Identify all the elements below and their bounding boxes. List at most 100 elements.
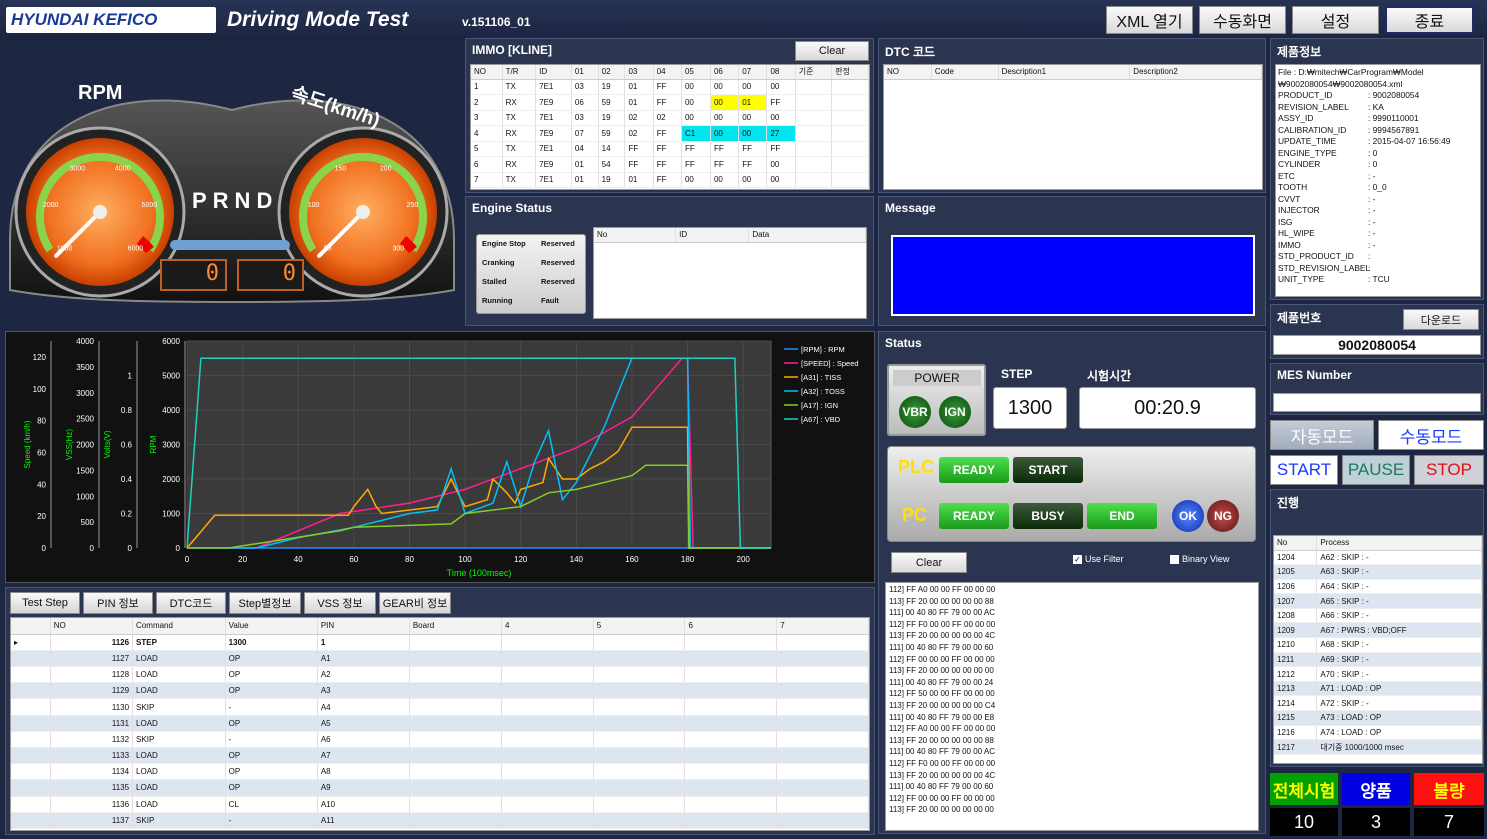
table-cell: OP	[225, 650, 318, 668]
table-row[interactable]: 1207 A65 : SKIP : -	[1274, 593, 1482, 609]
table-row[interactable]: 1215 A73 : LOAD : OP	[1274, 710, 1482, 726]
table-cell	[593, 747, 686, 765]
table-cell: 01	[571, 172, 599, 188]
table-row[interactable]: 1 TX 7E1 03 19 01 FF 00 00 00 00	[471, 79, 869, 95]
table-row[interactable]: 1209 A67 : PWRS : VBD;OFF	[1274, 622, 1482, 639]
table-cell	[501, 747, 594, 765]
table-cell	[593, 812, 686, 829]
table-row[interactable]: 1214 A72 : SKIP : -	[1274, 695, 1482, 712]
tab-2[interactable]: DTC코드	[156, 592, 226, 614]
table-row[interactable]: 4 RX 7E9 07 59 02 FF C1 00 00 27	[471, 125, 869, 142]
speed-tick-label: 150	[334, 165, 346, 172]
pause-button[interactable]: PAUSE	[1342, 455, 1410, 485]
tab-0[interactable]: Test Step	[10, 592, 80, 614]
exit-button[interactable]: 종료	[1385, 6, 1474, 34]
immo-clear-button[interactable]: Clear	[795, 41, 869, 61]
table-row[interactable]: 1212 A70 : SKIP : -	[1274, 666, 1482, 682]
table-cell: 04	[571, 141, 599, 157]
table-cell: -	[225, 812, 318, 829]
table-row[interactable]: 2 RX 7E9 06 59 01 FF 00 00 01 FF	[471, 94, 869, 111]
row-selector-header	[11, 618, 51, 635]
serial-field[interactable]: 9002080054	[1273, 335, 1481, 355]
table-row[interactable]: 1130 SKIP - A4	[11, 698, 869, 716]
table-cell	[409, 682, 503, 700]
table-row[interactable]: 1137 SKIP - A11	[11, 812, 869, 829]
table-cell	[684, 715, 778, 732]
table-cell: 00	[710, 110, 740, 126]
table-row[interactable]: 1216 A74 : LOAD : OP	[1274, 725, 1482, 741]
power-label: POWER	[893, 370, 981, 386]
table-row[interactable]: 1213 A71 : LOAD : OP	[1274, 681, 1482, 697]
table-cell	[831, 125, 869, 142]
table-cell: 00	[710, 125, 740, 142]
product-info-panel: 제품정보 File : D:₩mitech₩CarProgram₩Model ₩…	[1270, 38, 1484, 300]
table-cell	[684, 634, 778, 651]
binary-view-checkbox[interactable]: Binary View	[1170, 554, 1229, 564]
table-row[interactable]: 1205 A63 : SKIP : -	[1274, 564, 1482, 580]
table-row[interactable]: 1128 LOAD OP A2	[11, 666, 869, 684]
tab-4[interactable]: VSS 정보	[304, 592, 376, 614]
auto-mode-button[interactable]: 자동모드	[1270, 420, 1374, 450]
plc-label: PLC	[898, 457, 934, 477]
table-cell	[501, 715, 594, 732]
table-cell: 6	[471, 156, 503, 173]
download-button[interactable]: 다운로드	[1403, 309, 1479, 330]
table-cell: 1216	[1274, 725, 1318, 741]
column-header: 6	[684, 618, 778, 635]
table-row[interactable]: 1132 SKIP - A6	[11, 731, 869, 749]
y-axis-label: Volts(V)	[103, 430, 112, 458]
step-value: 1300	[993, 387, 1067, 429]
table-cell: 01	[624, 94, 654, 111]
table-row[interactable]: 1208 A66 : SKIP : -	[1274, 608, 1482, 624]
y-tick-label: 20	[37, 512, 46, 521]
table-row[interactable]: 1206 A64 : SKIP : -	[1274, 579, 1482, 595]
manual-screen-button[interactable]: 수동화면	[1199, 6, 1286, 34]
table-row[interactable]: 1133 LOAD OP A7	[11, 747, 869, 765]
settings-button[interactable]: 설정	[1292, 6, 1379, 34]
table-row[interactable]: 3 TX 7E1 03 19 02 02 00 00 00 00	[471, 110, 869, 126]
table-row[interactable]: 1210 A68 : SKIP : -	[1274, 637, 1482, 653]
open-xml-button[interactable]: XML 열기	[1106, 6, 1193, 34]
x-tick-label: 20	[238, 555, 247, 564]
serial-panel: 제품번호 다운로드 9002080054	[1270, 304, 1484, 359]
table-row[interactable]: 1217 대기중 1000/1000 msec	[1274, 739, 1482, 755]
mes-input[interactable]	[1273, 393, 1481, 412]
good-count-value: 3	[1342, 808, 1410, 836]
table-row[interactable]: 1131 LOAD OP A5	[11, 715, 869, 732]
use-filter-checkbox[interactable]: ✓ Use Filter	[1073, 554, 1124, 564]
table-cell: TX	[502, 141, 537, 157]
table-row[interactable]: 5 TX 7E1 04 14 FF FF FF FF FF FF	[471, 141, 869, 157]
x-axis-label: Time (100msec)	[447, 568, 512, 578]
stop-button[interactable]: STOP	[1414, 455, 1484, 485]
tab-5[interactable]: GEAR비 정보	[379, 592, 451, 614]
table-row[interactable]: 1204 A62 : SKIP : -	[1274, 550, 1482, 566]
table-cell: A5	[317, 715, 410, 732]
table-row[interactable]: 1136 LOAD CL A10	[11, 796, 869, 813]
table-cell: 1128	[50, 666, 134, 684]
checkbox-empty-icon	[1170, 554, 1179, 564]
table-cell: 1210	[1274, 637, 1318, 653]
tab-3[interactable]: Step별정보	[229, 592, 301, 614]
table-cell: A73 : LOAD : OP	[1316, 710, 1482, 726]
table-row[interactable]: 1211 A69 : SKIP : -	[1274, 652, 1482, 668]
log-line: 112] FF 50 00 00 FF 00 00 00	[889, 689, 995, 699]
tab-1[interactable]: PIN 정보	[83, 592, 153, 614]
product-field-value: : 0_0	[1368, 182, 1387, 192]
log-line: 111] 00 40 80 FF 79 00 00 60	[889, 642, 994, 652]
table-row[interactable]: 1135 LOAD OP A9	[11, 779, 869, 797]
column-header: ID	[535, 65, 572, 80]
table-row[interactable]: ▸ 1126 STEP 1300 1	[11, 634, 869, 651]
start-button[interactable]: START	[1270, 455, 1338, 485]
row-selector	[11, 666, 51, 684]
table-row[interactable]: 7 TX 7E1 01 19 01 FF 00 00 00 00	[471, 172, 869, 188]
log-clear-button[interactable]: Clear	[891, 552, 967, 573]
column-header: 5	[593, 618, 686, 635]
table-row[interactable]: 1129 LOAD OP A3	[11, 682, 869, 700]
table-row[interactable]: 6 RX 7E9 01 54 FF FF FF FF FF 00	[471, 156, 869, 173]
manual-mode-button[interactable]: 수동모드	[1378, 420, 1484, 450]
table-cell: FF	[653, 94, 682, 111]
table-row[interactable]: 1134 LOAD OP A8	[11, 763, 869, 781]
table-row[interactable]: 1127 LOAD OP A1	[11, 650, 869, 668]
product-field-key: IMMO	[1278, 239, 1301, 250]
column-header: 03	[624, 65, 654, 80]
